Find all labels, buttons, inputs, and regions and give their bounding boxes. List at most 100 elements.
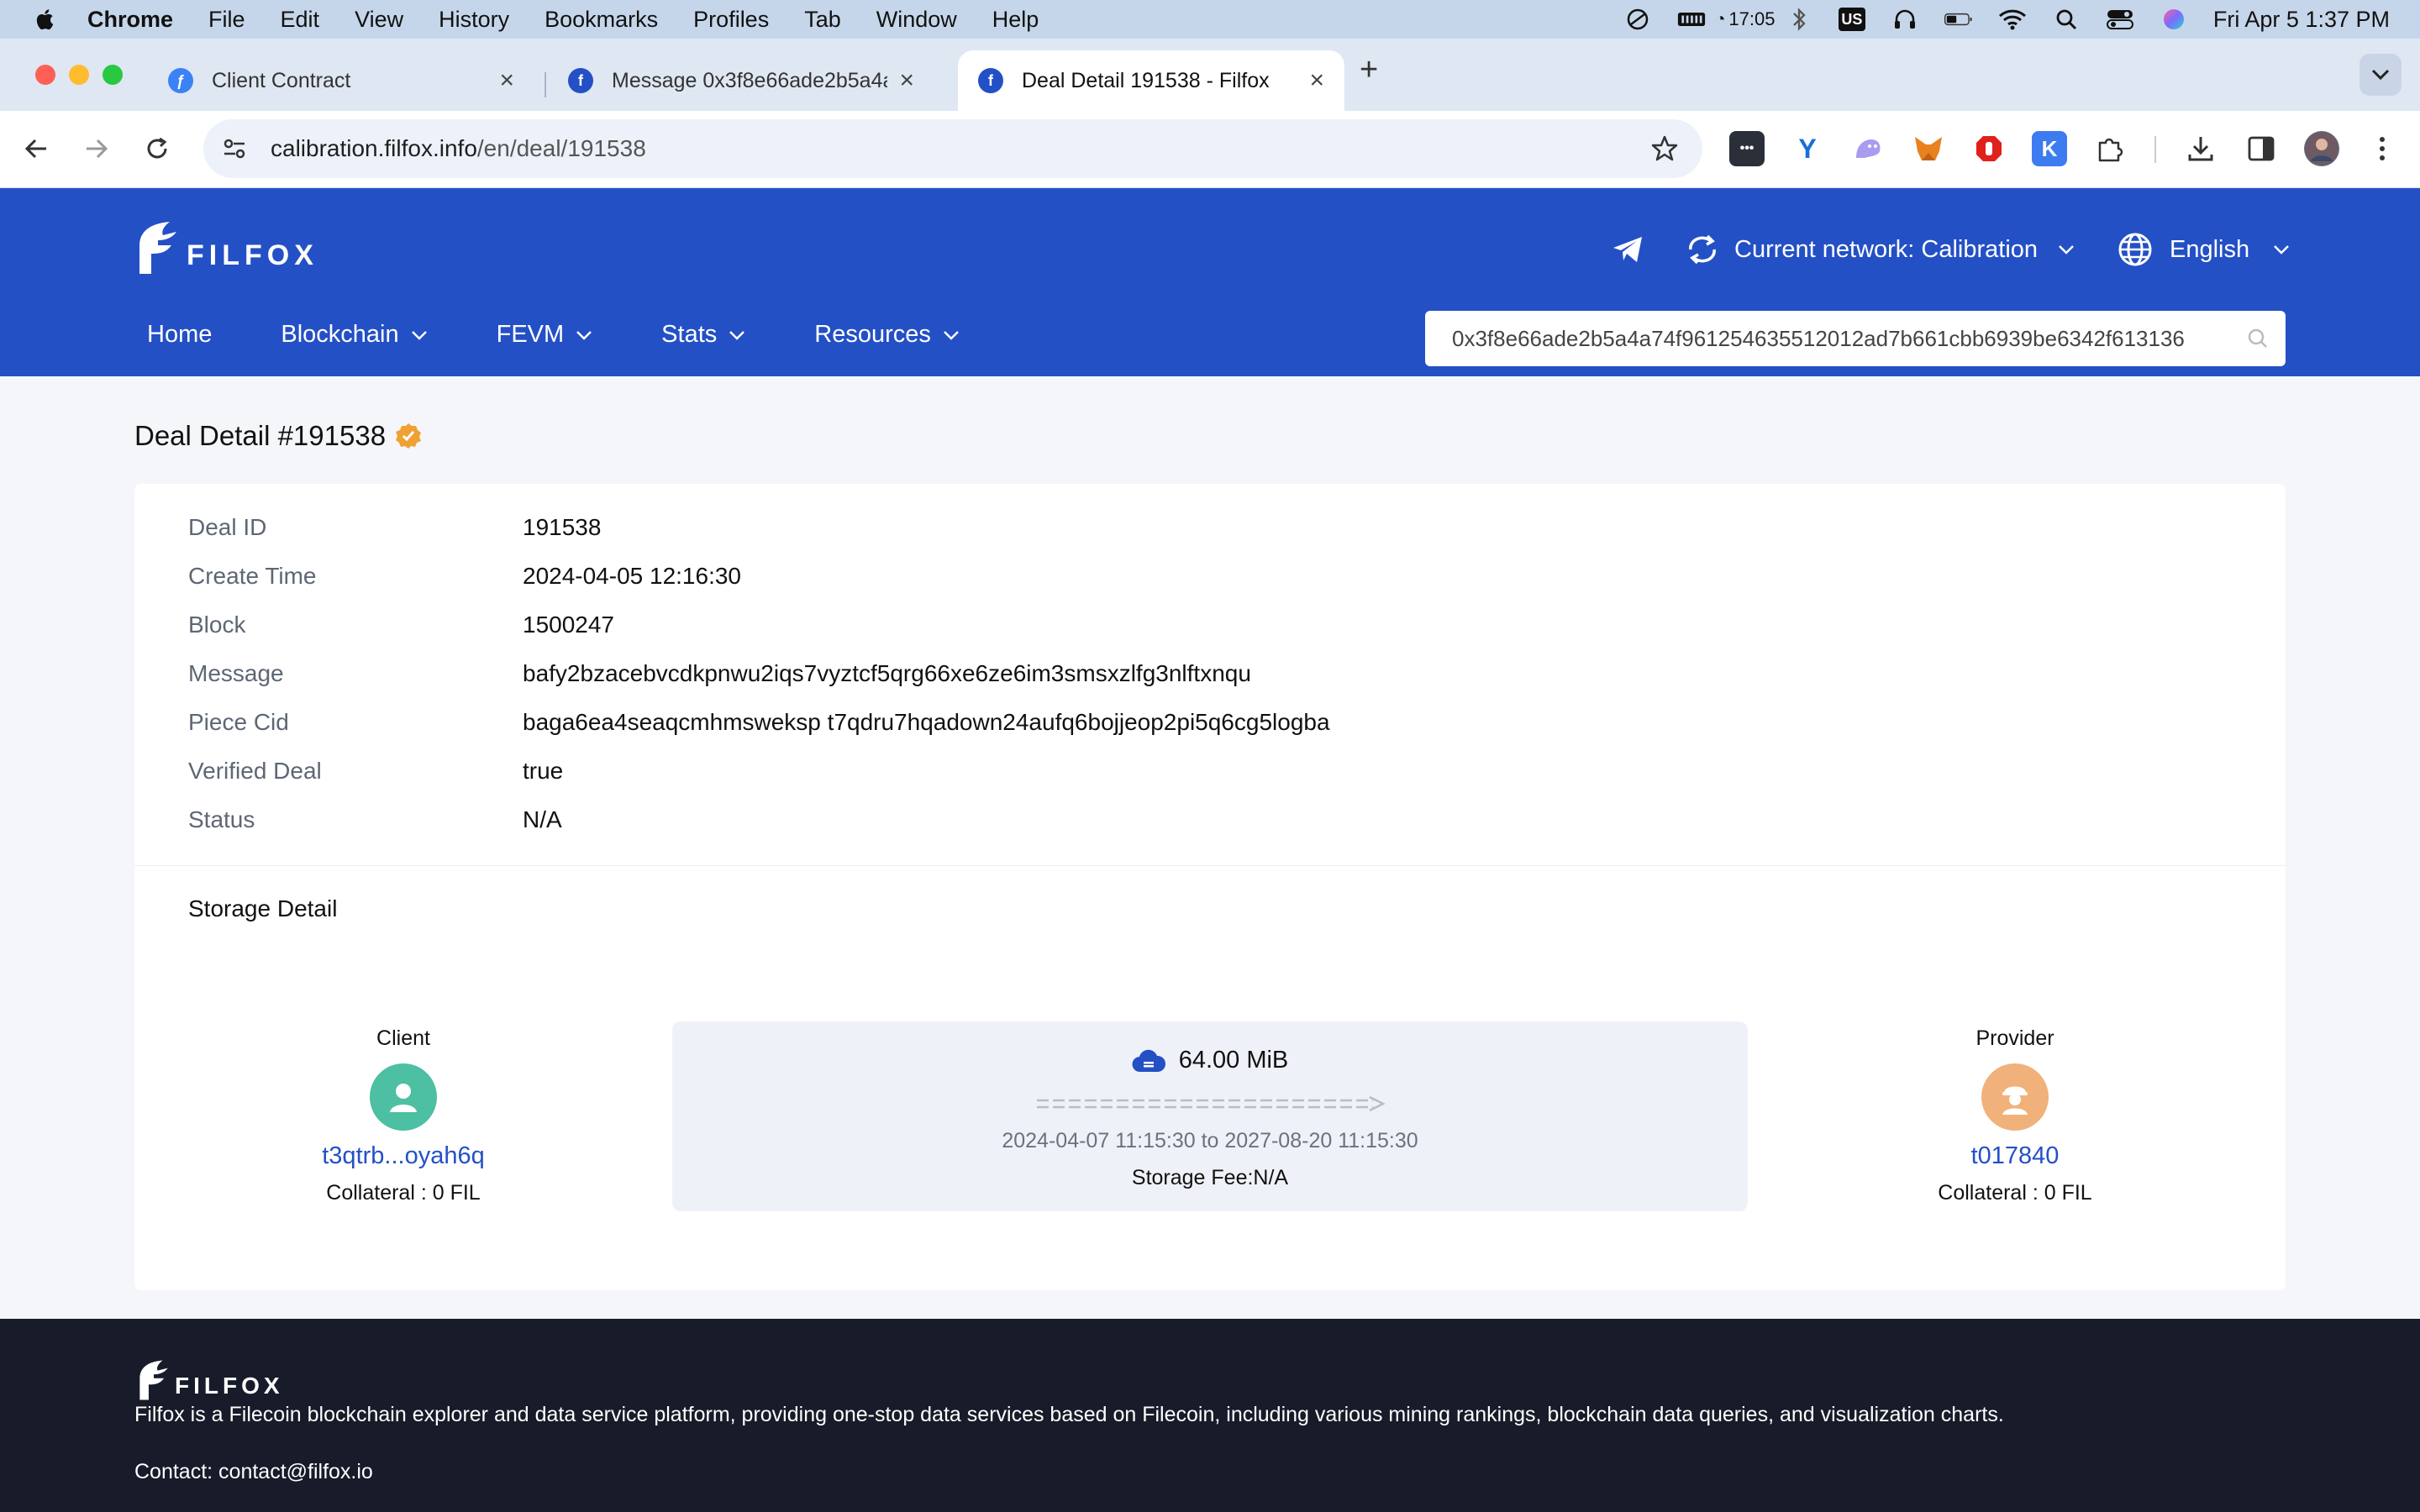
wifi-icon[interactable] <box>1998 8 2027 30</box>
network-label: Current network: Calibration <box>1734 235 2039 263</box>
filfox-logo-icon <box>139 222 176 274</box>
metamask-extension-icon[interactable] <box>1911 131 1946 166</box>
forward-button[interactable] <box>77 129 116 168</box>
menu-profiles[interactable]: Profiles <box>693 7 769 33</box>
window-close-button[interactable] <box>35 65 55 85</box>
extension-y-icon[interactable]: Y <box>1790 131 1825 166</box>
client-contract-favicon-icon: ƒ <box>168 68 193 93</box>
apple-icon[interactable] <box>35 8 54 30</box>
new-tab-button[interactable]: + <box>1360 52 1378 88</box>
search-input[interactable] <box>1452 325 2242 352</box>
tab-client-contract[interactable]: ƒ Client Contract × <box>148 50 534 111</box>
nav-label: Stats <box>661 321 718 348</box>
address-bar[interactable]: calibration.filfox.info/en/deal/191538 <box>203 119 1702 178</box>
language-label: English <box>2170 235 2250 263</box>
menu-history[interactable]: History <box>439 7 509 33</box>
tab-close-icon[interactable]: × <box>499 66 514 95</box>
menu-help[interactable]: Help <box>992 7 1039 33</box>
chevron-down-icon <box>729 330 745 340</box>
filfox-logo[interactable]: FILFOX <box>133 220 318 276</box>
menu-file[interactable]: File <box>208 7 245 33</box>
extension-k-icon[interactable]: K <box>2032 131 2067 166</box>
battery-icon[interactable] <box>1944 8 1973 30</box>
network-selector[interactable]: Current network: Calibration <box>1686 228 2075 270</box>
headphones-icon[interactable] <box>1891 8 1919 30</box>
siri-icon[interactable] <box>2160 8 2188 30</box>
language-selector[interactable]: English <box>2118 228 2290 270</box>
telegram-icon[interactable] <box>1612 235 1644 268</box>
provider-address-link[interactable]: t017840 <box>1889 1142 2141 1176</box>
tab-close-icon[interactable]: × <box>1309 66 1324 95</box>
page-title-text: Deal Detail #191538 <box>134 420 387 451</box>
extension-ghost-icon[interactable] <box>1850 131 1886 166</box>
control-center-icon[interactable] <box>2106 8 2134 30</box>
chevron-down-icon <box>2274 245 2290 255</box>
tab-close-icon[interactable]: × <box>899 66 914 95</box>
field-value: true <box>523 758 564 784</box>
memory-icon[interactable] <box>1677 8 1706 30</box>
chevron-down-icon <box>944 330 959 340</box>
field-label: Create Time <box>188 563 317 589</box>
url-path: /en/deal/191538 <box>476 135 646 161</box>
back-button[interactable] <box>17 129 55 168</box>
bluetooth-icon[interactable] <box>1785 8 1813 31</box>
transfer-arrow-icon <box>1037 1095 1386 1112</box>
nav-resources[interactable]: Resources <box>814 321 960 349</box>
menu-chrome[interactable]: Chrome <box>87 7 173 33</box>
downloads-icon[interactable] <box>2183 131 2218 166</box>
timer-readout[interactable]: ◔ 17:05 <box>1715 8 1775 30</box>
spotlight-search-icon[interactable] <box>2052 8 2081 30</box>
menu-window[interactable]: Window <box>876 7 957 33</box>
filfox-favicon-icon: f <box>568 68 593 93</box>
nav-label: Blockchain <box>281 321 399 348</box>
search-icon[interactable] <box>2247 328 2269 349</box>
storage-size: 64.00 MiB <box>672 1047 1748 1074</box>
menu-edit[interactable]: Edit <box>281 7 320 33</box>
bookmark-star-icon[interactable] <box>1650 134 1679 167</box>
storage-detail-title: Storage Detail <box>188 895 338 921</box>
tab-search-button[interactable] <box>2360 54 2402 96</box>
provider-party: Provider t017840 Collateral : 0 FIL <box>1889 1026 2141 1205</box>
window-minimize-button[interactable] <box>69 65 89 85</box>
chevron-down-icon <box>2059 245 2074 255</box>
arrow-right-icon <box>87 139 108 159</box>
deal-detail-card: Deal ID 191538 Create Time 2024-04-05 12… <box>134 484 2286 1290</box>
field-value: 191538 <box>523 514 602 540</box>
timer-text: 17:05 <box>1728 8 1776 29</box>
client-collateral: Collateral : 0 FIL <box>326 1181 481 1205</box>
field-row-status: Status N/A <box>188 803 562 837</box>
tab-message[interactable]: f Message 0x3f8e66ade2b5a4a74f9 × <box>548 50 934 111</box>
nav-home[interactable]: Home <box>147 321 212 349</box>
nav-stats[interactable]: Stats <box>661 321 745 349</box>
storage-size-text: 64.00 MiB <box>1178 1047 1289 1074</box>
reload-button[interactable] <box>138 129 176 168</box>
footer-logo[interactable]: FILFOX <box>134 1359 284 1401</box>
focus-icon[interactable] <box>1623 8 1652 30</box>
window-zoom-button[interactable] <box>103 65 123 85</box>
filfox-favicon-icon: f <box>978 68 1003 93</box>
provider-collateral: Collateral : 0 FIL <box>1938 1181 2092 1205</box>
browser-toolbar: calibration.filfox.info/en/deal/191538 •… <box>0 111 2420 188</box>
chrome-menu-icon[interactable] <box>2365 131 2400 166</box>
storage-fee: Storage Fee:N/A <box>1131 1166 1289 1189</box>
extension-dots-icon[interactable]: ••• <box>1729 131 1765 166</box>
menu-tab[interactable]: Tab <box>804 7 841 33</box>
tab-deal-detail[interactable]: f Deal Detail 191538 - Filfox × <box>958 50 1344 111</box>
nav-fevm[interactable]: FEVM <box>497 321 593 349</box>
refresh-network-icon <box>1689 234 1716 265</box>
client-address-link[interactable]: t3qtrb...oyah6q <box>277 1142 529 1176</box>
profile-avatar[interactable] <box>2304 131 2339 166</box>
footer-contact[interactable]: Contact: contact@filfox.io <box>134 1460 373 1484</box>
input-source-indicator[interactable]: US <box>1838 8 1865 31</box>
extensions-puzzle-icon[interactable] <box>2092 131 2128 166</box>
extension-red-hand-icon[interactable] <box>1971 131 2007 166</box>
menu-bookmarks[interactable]: Bookmarks <box>544 7 658 33</box>
side-panel-icon[interactable] <box>2244 131 2279 166</box>
globe-icon <box>2118 233 2152 266</box>
site-info-icon[interactable] <box>220 134 249 163</box>
menu-view[interactable]: View <box>355 7 403 33</box>
nav-blockchain[interactable]: Blockchain <box>281 321 427 349</box>
field-label: Block <box>188 612 246 638</box>
field-row-block: Block 1500247 <box>188 608 614 642</box>
menubar-datetime[interactable]: Fri Apr 5 1:37 PM <box>2213 7 2390 33</box>
